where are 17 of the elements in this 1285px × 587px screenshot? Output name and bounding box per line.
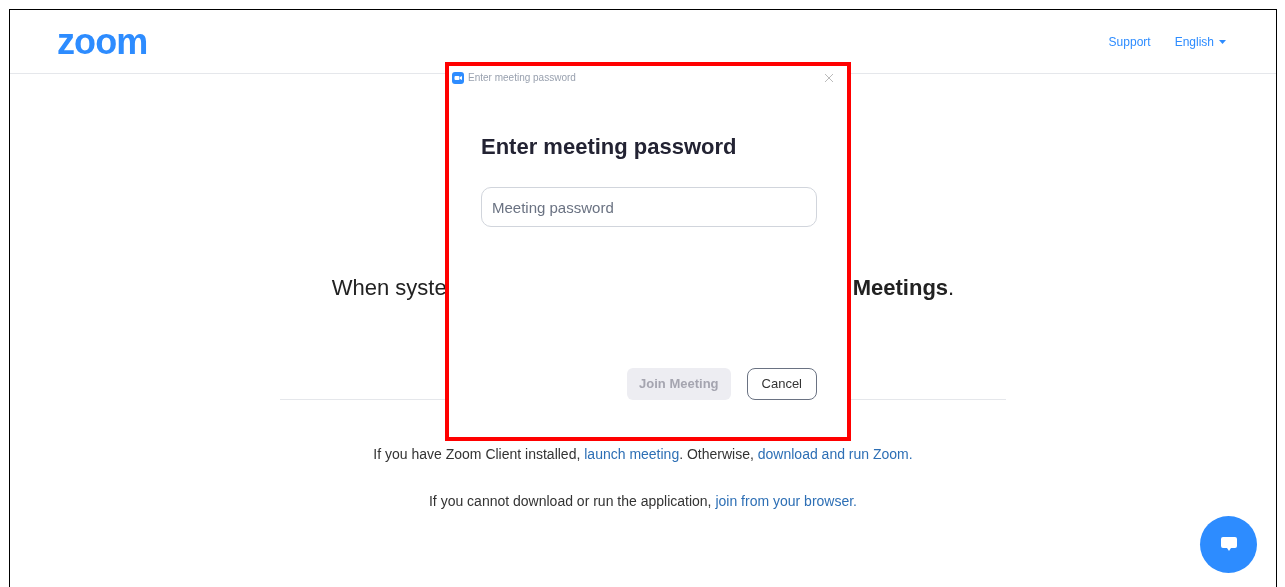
caret-icon	[1219, 39, 1226, 44]
close-icon[interactable]	[824, 72, 834, 83]
language-dropdown[interactable]: English	[1174, 32, 1226, 51]
chat-icon	[1220, 537, 1237, 552]
cancel-button[interactable]: Cancel	[746, 368, 817, 400]
info-text: If you cannot download or run the application, join from your browser.	[429, 492, 857, 511]
password-field[interactable]: Meeting password	[481, 187, 817, 227]
support-link[interactable]: Support	[1108, 32, 1151, 51]
camera-icon	[452, 71, 464, 84]
zoom-logo[interactable]: zoom	[57, 23, 148, 60]
link[interactable]: download and run Zoom.	[757, 446, 913, 462]
dialog-heading: Enter meeting password	[481, 133, 738, 161]
prompt-text: Meetings.	[852, 274, 955, 302]
dialog-title: Enter meeting password	[468, 71, 576, 85]
info-text: If you have Zoom Client installed, launch meeting. Otherwise, download and run Zoom.	[373, 445, 913, 464]
prompt-text: When syste	[331, 274, 447, 302]
link[interactable]: join from your browser.	[715, 493, 857, 509]
